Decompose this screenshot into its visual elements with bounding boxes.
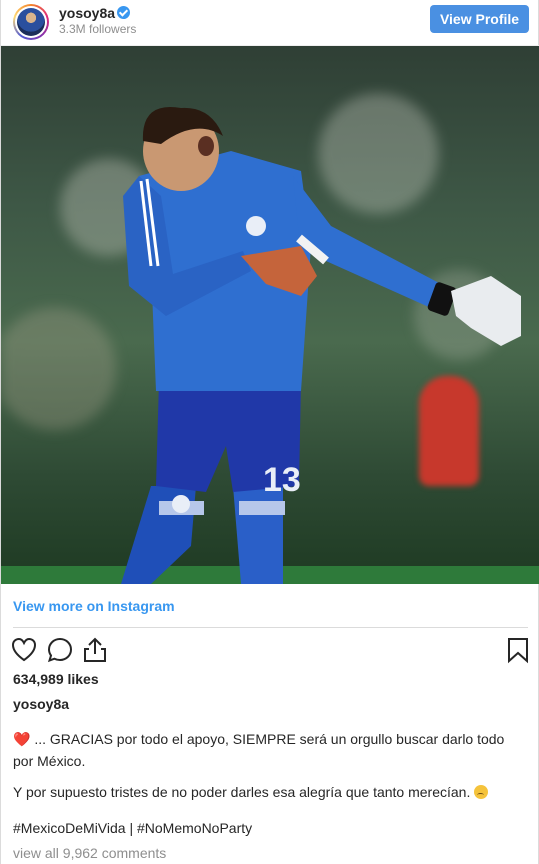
bookmark-icon[interactable] xyxy=(504,636,532,664)
caption-line-2: Y por supuesto tristes de no poder darle… xyxy=(13,784,471,800)
comment-icon[interactable] xyxy=(46,636,74,664)
caption-line-1: ... GRACIAS por todo el apoyo, SIEMPRE s… xyxy=(13,731,505,769)
view-more-link[interactable]: View more on Instagram xyxy=(13,598,175,614)
goalkeeper-figure: 13 xyxy=(121,106,521,584)
caption-text: ❤️ ... GRACIAS por todo el apoyo, SIEMPR… xyxy=(13,728,527,772)
jersey-number: 13 xyxy=(263,461,301,499)
post-header: yosoy8a 3.3M followers View Profile xyxy=(1,0,539,46)
avatar[interactable] xyxy=(13,4,49,40)
avatar-image xyxy=(17,8,45,36)
divider xyxy=(13,627,528,628)
like-count[interactable]: 634,989 likes xyxy=(13,671,99,687)
sad-face-emoji-icon xyxy=(474,785,489,799)
share-icon[interactable] xyxy=(81,636,109,664)
view-profile-button[interactable]: View Profile xyxy=(430,5,529,33)
view-comments-link[interactable]: view all 9,962 comments xyxy=(13,845,166,861)
red-heart-emoji-icon: ❤️ xyxy=(13,731,31,747)
post-photo[interactable]: 13 xyxy=(1,46,539,584)
verified-badge-icon xyxy=(117,6,130,19)
follower-count: 3.3M followers xyxy=(59,22,137,36)
caption-line-2-block: Y por supuesto tristes de no poder darle… xyxy=(13,784,527,800)
hashtags[interactable]: #MexicoDeMiVida | #NoMemoNoParty xyxy=(13,820,252,836)
action-bar xyxy=(1,632,539,668)
instagram-embed-card: yosoy8a 3.3M followers View Profile 13 V… xyxy=(0,0,539,864)
heart-icon[interactable] xyxy=(10,636,38,664)
username[interactable]: yosoy8a xyxy=(59,5,115,21)
caption-username[interactable]: yosoy8a xyxy=(13,696,69,712)
